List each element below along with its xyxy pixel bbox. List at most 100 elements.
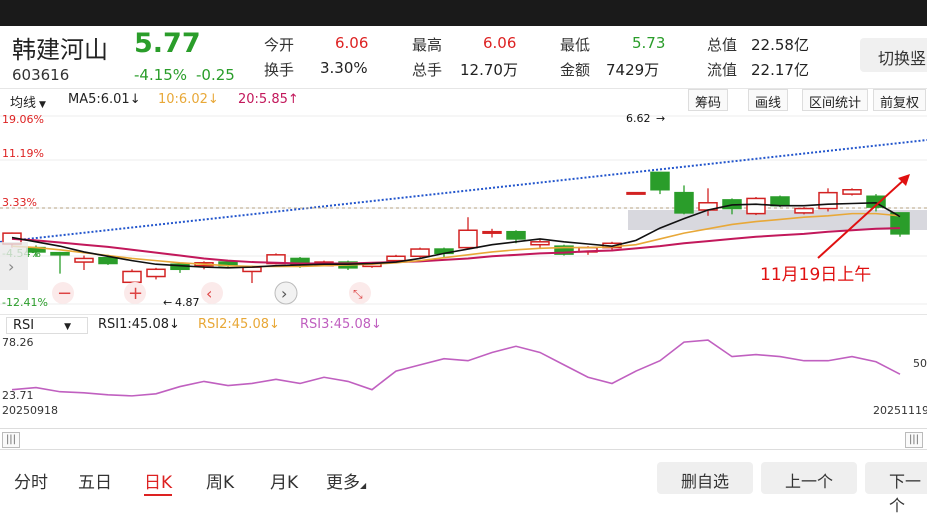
open-field: 今开 <box>264 36 295 54</box>
scroll-left-button[interactable]: ‹ <box>201 282 223 304</box>
chip-button[interactable]: 筹码 <box>688 89 729 111</box>
change-amount: -0.25 <box>196 66 235 84</box>
zoom-in-button[interactable]: + <box>124 282 146 304</box>
y-label-5: -12.41% <box>2 296 48 309</box>
candle-body <box>74 257 94 263</box>
chevron-left-icon: › <box>8 257 14 276</box>
status-bar <box>0 0 927 26</box>
stock-code: 603616 <box>12 66 70 84</box>
candle <box>554 244 574 256</box>
low-marker: 4.87 <box>175 296 200 309</box>
y-label-2: 11.19% <box>2 147 44 160</box>
indicator-toolbar: 均线 ▼ MA5:6.01↓ 10:6.02↓ 20:5.85↑ 筹码 画线 区间… <box>0 88 927 112</box>
rsi-line <box>11 339 901 397</box>
start-date: 20250918 <box>2 404 58 417</box>
candle-body <box>842 189 862 195</box>
zoom-out-button[interactable]: − <box>52 282 74 304</box>
range-stats-button[interactable]: 区间统计 <box>802 89 869 111</box>
candle <box>410 247 430 258</box>
adjust-button[interactable]: 前复权 <box>873 89 927 111</box>
rsi-polyline <box>11 339 901 397</box>
corner-triangle-icon: ◢ <box>360 481 367 490</box>
rsi-top-label: 78.26 <box>2 336 34 349</box>
candle-body <box>746 197 766 215</box>
candle-body <box>530 241 550 246</box>
quote-header: 韩建河山 5.77 603616 -4.15% -0.25 今开 6.06 最高… <box>0 26 927 86</box>
tab-monthly-k[interactable]: 月K <box>270 468 298 493</box>
ma10-label: 10:6.02↓ <box>158 92 219 107</box>
previous-stock-button[interactable]: 上一个 <box>761 462 857 494</box>
chevron-right-icon: › <box>281 284 287 303</box>
collapse-arrows-icon: ⤡ <box>353 287 363 301</box>
stock-name: 韩建河山 <box>12 36 108 64</box>
ma20-line <box>11 227 901 265</box>
collapse-button[interactable]: ⤡ <box>349 282 371 304</box>
bottom-bar: 分时 五日 日K 周K 月K 更多◢ 删自选 上一个 下一个 <box>0 452 927 515</box>
low-field: 最低 <box>560 36 591 54</box>
switch-orientation-button[interactable]: 切换竖 <box>860 38 927 72</box>
high-field: 最高 <box>412 36 443 54</box>
candle-body <box>122 270 142 284</box>
candle <box>74 255 94 271</box>
scroll-handle-left[interactable]: ||| <box>2 432 20 448</box>
annotation-text: 11月19日上午 <box>760 265 871 285</box>
rsi1-label: RSI1:45.08↓ <box>98 317 180 332</box>
candle <box>674 185 694 215</box>
float-value-field: 流值 <box>707 61 738 79</box>
candle <box>50 251 70 274</box>
total-value: 22.58亿 <box>751 36 809 54</box>
candle-body <box>650 171 670 191</box>
float-value: 22.17亿 <box>751 61 809 79</box>
candle-body <box>386 255 406 262</box>
high-marker: 6.62 <box>626 112 651 125</box>
candle-body <box>98 256 118 265</box>
low-marker-arrow: ← <box>163 296 172 309</box>
next-stock-button[interactable]: 下一个 <box>865 462 927 515</box>
range-scrollbar[interactable]: ||| ||| <box>0 428 927 450</box>
rsi-toolbar: RSI ▼ RSI1:45.08↓ RSI2:45.08↓ RSI3:45.08↓ <box>0 314 927 334</box>
tab-weekly-k[interactable]: 周K <box>206 468 234 493</box>
candle <box>242 265 262 284</box>
draw-line-button[interactable]: 画线 <box>748 89 789 111</box>
rsi-right-label: 50 <box>913 357 927 370</box>
candle-body <box>674 191 694 214</box>
candle-body <box>50 251 70 256</box>
chart-prev-nav[interactable]: › <box>0 242 28 290</box>
candle-body <box>146 268 166 278</box>
candle-body <box>770 196 790 207</box>
candle <box>482 228 502 238</box>
rsi-select[interactable]: RSI ▼ <box>6 317 88 334</box>
rsi-bottom-label: 23.71 <box>2 389 34 402</box>
candle-body <box>506 230 526 240</box>
rsi3-label: RSI3:45.08↓ <box>300 317 382 332</box>
amount-field: 金额 <box>560 61 591 79</box>
tab-five-day[interactable]: 五日 <box>78 468 112 493</box>
tab-intraday[interactable]: 分时 <box>14 468 48 493</box>
chevron-down-icon: ▼ <box>39 100 46 110</box>
candle <box>746 196 766 216</box>
candle-body <box>818 191 838 210</box>
stock-price: 5.77 <box>134 28 201 59</box>
candle-body <box>626 191 646 195</box>
scroll-right-button[interactable]: › <box>274 281 298 305</box>
high-value: 6.06 <box>483 34 517 52</box>
plus-icon: + <box>128 283 143 304</box>
rsi2-label: RSI2:45.08↓ <box>198 317 280 332</box>
chevron-left-icon: ‹ <box>206 284 212 303</box>
kline-chart[interactable]: 19.06% 11.19% 3.33% -4.54% -12.41% 6.62 … <box>0 112 927 312</box>
tab-daily-k[interactable]: 日K <box>144 468 173 496</box>
ma-select[interactable]: 均线 ▼ <box>10 92 46 111</box>
amount-value: 7429万 <box>606 61 660 79</box>
minus-icon: − <box>57 283 72 304</box>
volume-field: 总手 <box>412 61 443 79</box>
candle <box>794 207 814 215</box>
volume-value: 12.70万 <box>460 61 518 79</box>
low-value: 5.73 <box>632 34 666 52</box>
ma20-label: 20:5.85↑ <box>238 92 299 107</box>
change-percent: -4.15% <box>134 66 188 84</box>
remove-watchlist-button[interactable]: 删自选 <box>657 462 753 494</box>
tab-more[interactable]: 更多◢ <box>326 468 366 493</box>
candle-body <box>458 229 478 249</box>
scroll-handle-right[interactable]: ||| <box>905 432 923 448</box>
candle <box>146 267 166 280</box>
